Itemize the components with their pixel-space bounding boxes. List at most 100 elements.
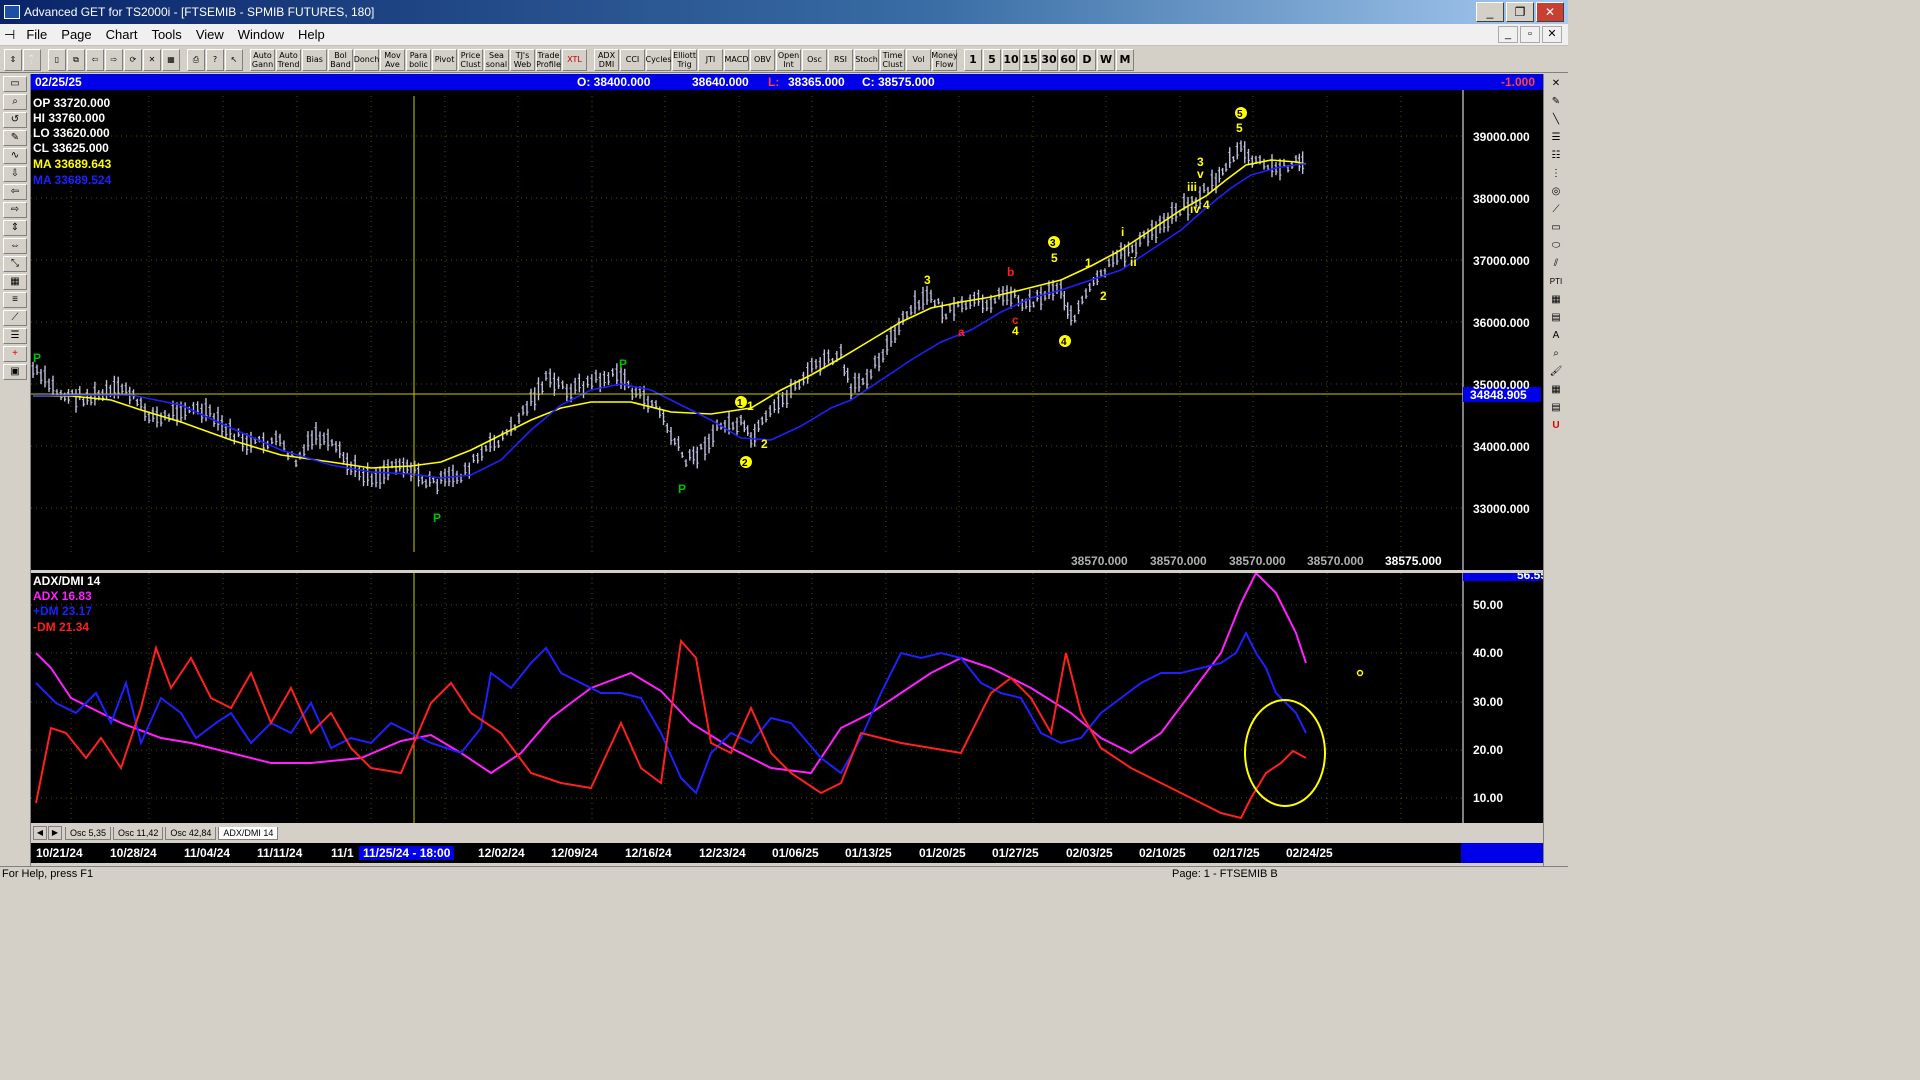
tab-adx-dmi-14[interactable]: ADX/DMI 14	[218, 826, 279, 840]
donch-button[interactable]: Donch	[354, 48, 379, 71]
menu-chart[interactable]: Chart	[99, 27, 145, 42]
context-help-icon[interactable]: ↖	[225, 48, 243, 71]
tab-osc-5-35[interactable]: Osc 5,35	[65, 826, 112, 840]
stoch-button[interactable]: Stoch	[854, 48, 879, 71]
fan-icon[interactable]: ⟋	[1546, 202, 1566, 218]
menu-help[interactable]: Help	[291, 27, 332, 42]
minimize-button[interactable]: _	[1476, 2, 1504, 22]
crosshair-icon[interactable]: +	[3, 346, 27, 362]
elliott-icon[interactable]: ∿	[3, 148, 27, 164]
grid-icon[interactable]: ▦	[162, 48, 180, 71]
reset-icon[interactable]: ↺	[3, 112, 27, 128]
open-folder-icon[interactable]: ▭	[3, 76, 27, 92]
arrow-left-icon[interactable]: ⇦	[3, 184, 27, 200]
adx-dmi-panel[interactable]: 56.55 50.00 40.00 30.00 20.00 10.00 ADX/…	[31, 573, 1543, 823]
money-flow-button[interactable]: Money Flow	[931, 48, 958, 71]
help-icon[interactable]: ?	[206, 48, 224, 71]
mdi-restore-button[interactable]: ▫	[1520, 26, 1540, 43]
tab-scroll-right-icon[interactable]: ▶	[48, 826, 62, 840]
auto-gann-button[interactable]: Auto Gann	[250, 48, 275, 71]
rsi-button[interactable]: RSI	[828, 48, 853, 71]
print-icon[interactable]: ⎙	[187, 48, 205, 71]
arrow-down-icon[interactable]: ⇩	[3, 166, 27, 182]
adx-dmi-chart[interactable]: 56.55 50.00 40.00 30.00 20.00 10.00 ADX/…	[31, 573, 1543, 823]
pivot-button[interactable]: Pivot	[432, 48, 457, 71]
fib-ext-icon[interactable]: ☷	[1546, 148, 1566, 164]
open-int-button[interactable]: Open Int	[776, 48, 801, 71]
tab-scroll-left-icon[interactable]: ◀	[33, 826, 47, 840]
tab-osc-11-42[interactable]: Osc 11,42	[113, 826, 164, 840]
lines-icon[interactable]: ≡	[3, 292, 27, 308]
arrow-right-icon[interactable]: ⇨	[3, 202, 27, 218]
elps-icon[interactable]: ⬭	[1546, 238, 1566, 254]
close-button[interactable]: ✕	[1536, 2, 1564, 22]
menu-file[interactable]: File	[19, 27, 54, 42]
interval-30-button[interactable]: 30	[1040, 48, 1058, 71]
gann-icon[interactable]: ⟋	[3, 310, 27, 326]
price-clust-button[interactable]: Price Clust	[458, 48, 483, 71]
delete-icon[interactable]: ✕	[143, 48, 161, 71]
text-icon[interactable]: A	[1546, 328, 1566, 344]
jti-button[interactable]: JTI	[698, 48, 723, 71]
menu-window[interactable]: Window	[231, 27, 291, 42]
ruler-icon[interactable]: ▤	[1546, 310, 1566, 326]
magnet-icon[interactable]: U	[1546, 418, 1566, 434]
expand-icon[interactable]: ⇕	[3, 220, 27, 236]
box-icon[interactable]: ▭	[1546, 220, 1566, 236]
cycles-button[interactable]: Cycles	[645, 48, 672, 71]
grid-icon[interactable]: ▦	[3, 274, 27, 290]
auto-trend-button[interactable]: Auto Trend	[276, 48, 301, 71]
parabolic-button[interactable]: Para bolic	[406, 48, 431, 71]
line-icon[interactable]: ╲	[1546, 112, 1566, 128]
menu-page[interactable]: Page	[54, 27, 98, 42]
price-chart-panel[interactable]: 34848.905 39000.000 38000.000 37000.000 …	[31, 90, 1543, 570]
menu-tools[interactable]: Tools	[144, 27, 188, 42]
compress-icon[interactable]: ⇔	[3, 238, 27, 254]
bias-button[interactable]: Bias	[302, 48, 327, 71]
obv-button[interactable]: OBV	[750, 48, 775, 71]
interval-weekly-button[interactable]: W	[1097, 48, 1115, 71]
seasonal-button[interactable]: Sea sonal	[484, 48, 509, 71]
pointer-icon[interactable]: ⇕	[4, 48, 22, 71]
circle-icon[interactable]: ◎	[1546, 184, 1566, 200]
interval-daily-button[interactable]: D	[1078, 48, 1096, 71]
zoom-icon[interactable]: ⌕	[3, 94, 27, 110]
elliott-trig-button[interactable]: Elliott Trig	[672, 48, 697, 71]
interval-monthly-button[interactable]: M	[1116, 48, 1134, 71]
price-chart[interactable]: 34848.905 39000.000 38000.000 37000.000 …	[31, 90, 1543, 570]
interval-10-button[interactable]: 10	[1002, 48, 1020, 71]
help-pointer-icon[interactable]: ❔	[23, 48, 41, 71]
back-icon[interactable]: ⇦	[86, 48, 104, 71]
trade-profile-button[interactable]: Trade Profile	[536, 48, 561, 71]
osc-button[interactable]: Osc	[802, 48, 827, 71]
fib-time-icon[interactable]: ⋮	[1546, 166, 1566, 182]
fib-icon[interactable]: ☰	[3, 328, 27, 344]
interval-60-button[interactable]: 60	[1059, 48, 1077, 71]
new-page-icon[interactable]: ▯	[48, 48, 66, 71]
vol-button[interactable]: Vol	[906, 48, 931, 71]
save-icon[interactable]: ▣	[3, 364, 27, 380]
maximize-button[interactable]: ❐	[1506, 2, 1534, 22]
interval-15-button[interactable]: 15	[1021, 48, 1039, 71]
grid-small-icon[interactable]: ▦	[1546, 382, 1566, 398]
interval-5-button[interactable]: 5	[983, 48, 1001, 71]
fib-ret-icon[interactable]: ☰	[1546, 130, 1566, 146]
copy-icon[interactable]: ⧉	[67, 48, 85, 71]
menu-view[interactable]: View	[189, 27, 231, 42]
bol-band-button[interactable]: Bol Band	[328, 48, 353, 71]
cross-icon[interactable]: ✕	[1546, 76, 1566, 92]
fit-icon[interactable]: ⤡	[3, 256, 27, 272]
channel-icon[interactable]: ⫽	[1546, 256, 1566, 272]
macd-button[interactable]: MACD	[724, 48, 749, 71]
mdi-minimize-button[interactable]: _	[1498, 26, 1518, 43]
magnify-icon[interactable]: ⌕	[1546, 346, 1566, 362]
table-icon[interactable]: ▦	[1546, 292, 1566, 308]
pencil-icon[interactable]: ✎	[1546, 94, 1566, 110]
study-icon[interactable]: ✎	[3, 130, 27, 146]
forward-icon[interactable]: ⇨	[105, 48, 123, 71]
tjs-web-button[interactable]: TJ's Web	[510, 48, 535, 71]
brush-icon[interactable]: 🖌	[1546, 364, 1566, 380]
child-window-icon[interactable]: ⊣	[0, 27, 19, 43]
refresh-icon[interactable]: ⟳	[124, 48, 142, 71]
tab-osc-42-84[interactable]: Osc 42,84	[165, 826, 217, 840]
